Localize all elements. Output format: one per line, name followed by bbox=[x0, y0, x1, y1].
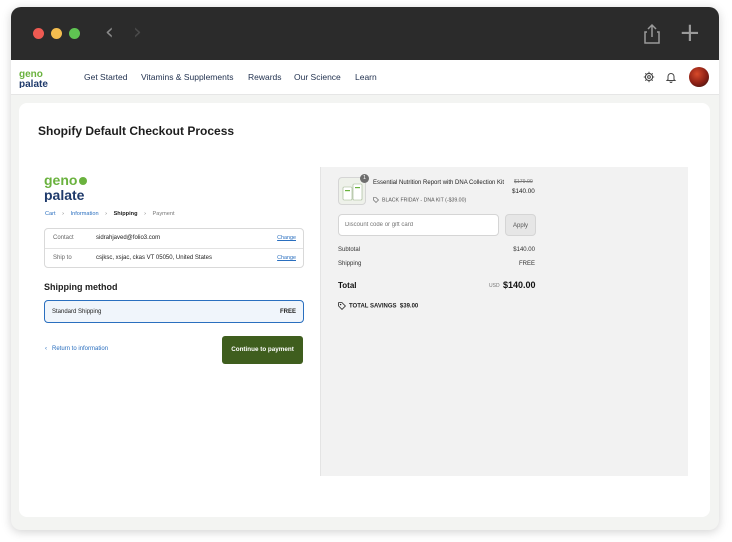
apply-discount-button[interactable]: Apply bbox=[505, 214, 536, 236]
minimize-window-button[interactable] bbox=[51, 28, 62, 39]
forward-arrow-icon[interactable]: › bbox=[133, 21, 142, 45]
chevron-left-icon: ‹ bbox=[45, 346, 47, 352]
settings-icon[interactable] bbox=[643, 71, 655, 83]
back-arrow-icon[interactable]: ‹ bbox=[105, 21, 114, 45]
browser-window: ‹ › + geno palate Get Started Vitamins &… bbox=[11, 7, 719, 530]
breadcrumb-information[interactable]: Information bbox=[71, 211, 99, 217]
shipping-method-heading: Shipping method bbox=[44, 282, 118, 292]
contact-value: sidrahjaved@folio3.com bbox=[96, 235, 161, 241]
plus-icon[interactable]: + bbox=[679, 20, 701, 46]
svg-text:geno: geno bbox=[44, 172, 77, 188]
product-name: Essential Nutrition Report with DNA Coll… bbox=[373, 180, 505, 186]
site-navbar: geno palate Get Started Vitamins & Suppl… bbox=[11, 60, 719, 95]
tag-icon bbox=[373, 197, 379, 203]
chevron-right-icon: › bbox=[144, 211, 146, 217]
svg-text:palate: palate bbox=[44, 187, 85, 202]
nav-get-started[interactable]: Get Started bbox=[84, 72, 127, 82]
shipping-label: Shipping bbox=[338, 261, 362, 267]
nav-vitamins-supplements[interactable]: Vitamins & Supplements bbox=[141, 72, 233, 82]
continue-to-payment-button[interactable]: Continue to payment bbox=[222, 336, 303, 364]
contact-row: Contact sidrahjaved@folio3.com Change bbox=[45, 229, 303, 248]
contact-shipping-review: Contact sidrahjaved@folio3.com Change Sh… bbox=[44, 228, 304, 268]
bell-icon[interactable] bbox=[665, 71, 677, 83]
nav-learn[interactable]: Learn bbox=[355, 72, 377, 82]
contact-label: Contact bbox=[53, 235, 74, 241]
page-title: Shopify Default Checkout Process bbox=[38, 124, 235, 138]
subtotal-value: $140.00 bbox=[513, 247, 535, 253]
product-discount: BLACK FRIDAY - DNA KIT (-$39.00) bbox=[373, 197, 466, 203]
product-price: $140.00 bbox=[512, 188, 535, 195]
breadcrumb-shipping: Shipping bbox=[113, 211, 138, 217]
nav-our-science[interactable]: Our Science bbox=[294, 72, 341, 82]
svg-text:palate: palate bbox=[19, 79, 48, 88]
checkout-card: Shopify Default Checkout Process geno pa… bbox=[19, 103, 710, 517]
genopalate-logo[interactable]: geno palate bbox=[19, 68, 59, 88]
shipping-option-standard[interactable]: Standard Shipping FREE bbox=[44, 300, 304, 323]
nav-rewards[interactable]: Rewards bbox=[248, 72, 282, 82]
order-summary: 1 Essential Nutrition Report with DNA Co… bbox=[320, 167, 688, 476]
product-discount-label: BLACK FRIDAY - DNA KIT (-$39.00) bbox=[382, 197, 467, 204]
close-window-button[interactable] bbox=[33, 28, 44, 39]
total-value: $140.00 bbox=[503, 280, 536, 290]
user-avatar[interactable] bbox=[689, 67, 709, 87]
total-savings-text: TOTAL SAVINGS $39.00 bbox=[349, 303, 419, 310]
browser-titlebar: ‹ › + bbox=[11, 7, 719, 60]
total-savings: TOTAL SAVINGS $39.00 bbox=[338, 302, 418, 310]
breadcrumb-cart[interactable]: Cart bbox=[45, 211, 56, 217]
total-label: Total bbox=[338, 281, 357, 290]
total-currency: USD bbox=[489, 283, 500, 289]
ship-to-row: Ship to csjksc, xsjac, ckas VT 05050, Un… bbox=[45, 248, 303, 267]
genopalate-brand-logo: geno palate bbox=[44, 172, 87, 202]
share-icon[interactable] bbox=[643, 23, 661, 45]
subtotal-label: Subtotal bbox=[338, 247, 361, 253]
chevron-right-icon: › bbox=[62, 211, 65, 217]
tag-icon bbox=[338, 302, 346, 310]
discount-code-input[interactable] bbox=[338, 214, 499, 236]
return-to-information-link[interactable]: ‹ Return to information bbox=[45, 346, 108, 352]
shipping-option-price: FREE bbox=[279, 309, 296, 315]
return-link-label: Return to information bbox=[52, 346, 109, 352]
shipping-option-name: Standard Shipping bbox=[52, 309, 102, 315]
product-original-price: $179.00 bbox=[514, 179, 533, 185]
breadcrumb-payment: Payment bbox=[152, 211, 175, 217]
change-contact-link[interactable]: Change bbox=[277, 235, 296, 241]
shipping-value: FREE bbox=[518, 261, 535, 267]
ship-to-label: Ship to bbox=[53, 255, 72, 261]
ship-to-value: csjksc, xsjac, ckas VT 05050, United Sta… bbox=[96, 255, 212, 261]
breadcrumb: Cart › Information › Shipping › Payment bbox=[45, 211, 175, 217]
change-ship-to-link[interactable]: Change bbox=[277, 255, 296, 261]
maximize-window-button[interactable] bbox=[69, 28, 80, 39]
chevron-right-icon: › bbox=[105, 211, 107, 217]
quantity-badge: 1 bbox=[360, 174, 369, 183]
